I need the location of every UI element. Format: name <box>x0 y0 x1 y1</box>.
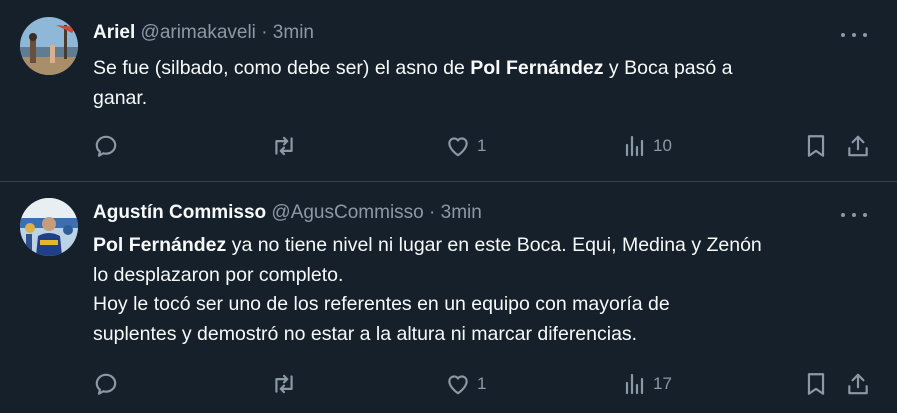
avatar-photo <box>20 17 78 75</box>
views-icon <box>625 135 644 157</box>
retweet-button[interactable] <box>271 131 297 161</box>
tweet-header: Ariel @arimakaveli · 3min <box>93 22 314 44</box>
text-line: ganar. <box>93 86 148 109</box>
timestamp[interactable]: 3min <box>441 202 482 223</box>
timestamp[interactable]: 3min <box>273 22 314 43</box>
reply-icon <box>95 135 117 157</box>
views-icon <box>625 373 644 395</box>
separator-dot: · <box>429 202 436 223</box>
tweet[interactable]: Agustín Commisso @AgusCommisso · 3min Po… <box>0 182 897 413</box>
view-count: 10 <box>653 136 672 155</box>
view-count: 17 <box>653 374 672 393</box>
text-segment: Se fue (silbado, como debe ser) el asno … <box>93 57 471 79</box>
reply-button[interactable] <box>93 369 119 399</box>
tweet-text: Pol Fernández ya no tiene nivel ni lugar… <box>93 231 863 349</box>
share-icon <box>848 373 868 395</box>
retweet-icon <box>275 374 293 394</box>
bookmark-icon <box>807 373 825 395</box>
avatar[interactable] <box>20 198 78 256</box>
heart-icon <box>448 375 468 395</box>
views-button[interactable]: 17 <box>623 369 672 399</box>
bookmark-button[interactable] <box>803 369 829 399</box>
bookmark-icon <box>807 135 825 157</box>
tweet-text: Se fue (silbado, como debe ser) el asno … <box>93 54 863 113</box>
user-handle[interactable]: @arimakaveli <box>141 22 256 43</box>
text-bold: Pol Fernández <box>93 234 227 256</box>
heart-icon <box>448 137 468 157</box>
more-options-icon[interactable] <box>841 210 867 220</box>
text-line: lo desplazaron por completo. <box>93 263 344 286</box>
like-button[interactable]: 1 <box>445 131 486 161</box>
text-bold: Pol Fernández <box>470 57 604 79</box>
share-icon <box>848 135 868 157</box>
display-name[interactable]: Ariel <box>93 22 135 43</box>
bookmark-button[interactable] <box>803 131 829 161</box>
text-line: Hoy le tocó ser uno de los referentes en… <box>93 293 670 315</box>
action-bar: 1 10 <box>93 131 871 161</box>
share-button[interactable] <box>845 131 871 161</box>
text-segment: y Boca pasó a <box>603 57 733 79</box>
text-line: suplentes y demostró no estar a la altur… <box>93 322 638 345</box>
views-button[interactable]: 10 <box>623 131 672 161</box>
separator-dot: · <box>261 22 268 43</box>
action-bar: 1 17 <box>93 369 871 399</box>
more-options-icon[interactable] <box>841 30 867 40</box>
reply-icon <box>95 373 117 395</box>
text-segment: ya no tiene nivel ni lugar en este Boca.… <box>226 234 762 256</box>
tweet[interactable]: Ariel @arimakaveli · 3min Se fue (silbad… <box>0 0 897 182</box>
like-button[interactable]: 1 <box>445 369 486 399</box>
display-name[interactable]: Agustín Commisso <box>93 202 266 223</box>
user-handle[interactable]: @AgusCommisso <box>271 202 423 223</box>
reply-button[interactable] <box>93 131 119 161</box>
avatar[interactable] <box>20 17 78 75</box>
avatar-photo <box>20 198 78 256</box>
like-count: 1 <box>477 374 487 393</box>
tweet-header: Agustín Commisso @AgusCommisso · 3min <box>93 202 482 224</box>
share-button[interactable] <box>845 369 871 399</box>
retweet-icon <box>275 136 293 156</box>
retweet-button[interactable] <box>271 369 297 399</box>
like-count: 1 <box>477 136 487 155</box>
